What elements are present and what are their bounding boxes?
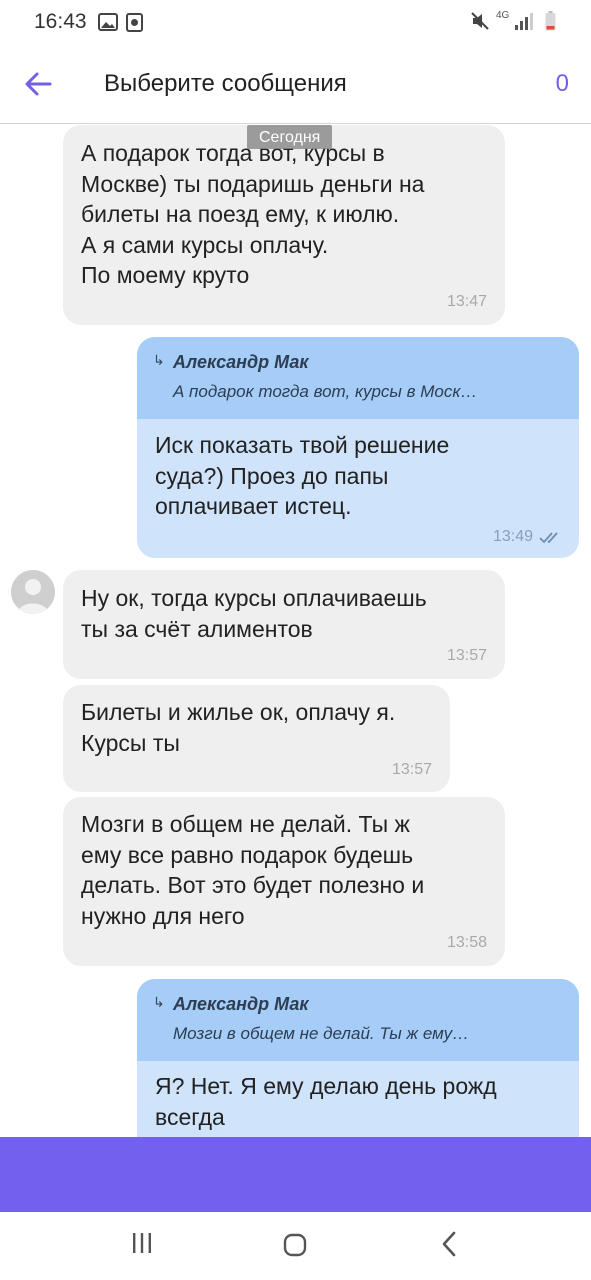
back-arrow-icon[interactable] bbox=[24, 70, 52, 98]
home-icon[interactable] bbox=[283, 1233, 307, 1257]
record-icon bbox=[126, 13, 143, 32]
app-bar: Выберите сообщения 0 bbox=[0, 48, 591, 124]
message-time: 13:58 bbox=[446, 934, 487, 951]
battery-icon bbox=[545, 11, 556, 31]
reply-arrow-icon: ↳ bbox=[153, 994, 165, 1010]
message-text: Я? Нет. Я ему делаю день рожд всегда bbox=[155, 1073, 497, 1130]
message-bubble-incoming[interactable]: Билеты и жилье ок, оплачу я. Курсы ты 13… bbox=[63, 685, 450, 792]
selection-action-bar[interactable] bbox=[0, 1137, 591, 1212]
date-separator: Сегодня bbox=[247, 125, 333, 149]
reply-preview: А подарок тогда вот, курсы в Моск… bbox=[173, 382, 478, 401]
reply-preview: Мозги в общем не делай. Ты ж ему… bbox=[173, 1024, 470, 1043]
selected-count: 0 bbox=[555, 70, 569, 97]
status-bar: 16:43 4G bbox=[0, 0, 591, 48]
message-time: 13:47 bbox=[446, 293, 487, 310]
message-bubble-incoming[interactable]: Мозги в общем не делай. Ты ж ему все рав… bbox=[63, 797, 505, 966]
message-bubble-incoming[interactable]: Ну ок, тогда курсы оплачиваешь ты за счё… bbox=[63, 570, 505, 679]
status-time: 16:43 bbox=[34, 10, 87, 33]
message-time: 13:57 bbox=[391, 761, 432, 778]
page-title: Выберите сообщения bbox=[104, 70, 347, 97]
reply-author: Александр Мак bbox=[173, 352, 309, 372]
message-bubble-incoming[interactable]: А подарок тогда вот, курсы в Москве) ты … bbox=[63, 125, 505, 325]
gallery-icon bbox=[98, 13, 118, 31]
reply-quote[interactable]: ↳ Александр Мак Мозги в общем не делай. … bbox=[137, 979, 579, 1061]
mute-icon bbox=[471, 12, 489, 30]
message-text: Иск показать твой решение суда?) Проез д… bbox=[155, 432, 450, 519]
signal-icon bbox=[515, 13, 533, 30]
reply-author: Александр Мак bbox=[173, 994, 309, 1014]
message-time: 13:49 bbox=[492, 528, 533, 545]
double-check-icon bbox=[539, 532, 558, 544]
system-nav-bar bbox=[0, 1212, 591, 1280]
message-text: Ну ок, тогда курсы оплачиваешь ты за счё… bbox=[81, 585, 427, 642]
message-time: 13:57 bbox=[446, 647, 487, 664]
message-text: Билеты и жилье ок, оплачу я. Курсы ты bbox=[81, 699, 396, 756]
reply-quote[interactable]: ↳ Александр Мак А подарок тогда вот, кур… bbox=[137, 337, 579, 419]
avatar[interactable] bbox=[11, 570, 55, 614]
message-bubble-outgoing[interactable]: ↳ Александр Мак А подарок тогда вот, кур… bbox=[137, 337, 579, 558]
message-bubble-outgoing[interactable]: ↳ Александр Мак Мозги в общем не делай. … bbox=[137, 979, 579, 1137]
back-nav-icon[interactable] bbox=[440, 1231, 458, 1257]
reply-arrow-icon: ↳ bbox=[153, 352, 165, 368]
network-type-icon: 4G bbox=[496, 10, 510, 21]
message-text: А подарок тогда вот, курсы в Москве) ты … bbox=[81, 140, 425, 288]
person-icon bbox=[17, 579, 49, 614]
message-text: Мозги в общем не делай. Ты ж ему все рав… bbox=[81, 811, 425, 929]
chat-message-list[interactable]: А подарок тогда вот, курсы в Москве) ты … bbox=[0, 125, 591, 1137]
recent-apps-icon[interactable] bbox=[130, 1232, 154, 1254]
